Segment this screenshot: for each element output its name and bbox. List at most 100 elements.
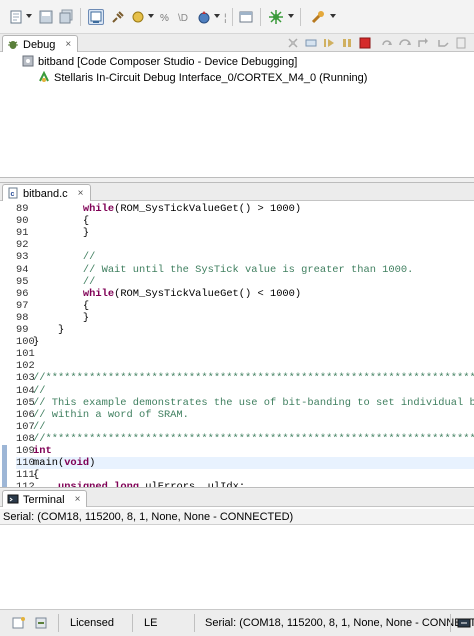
terminal-output[interactable] — [0, 526, 474, 609]
code-text: (ROM_SysTickValueGet() > 1000) — [114, 203, 302, 215]
new-file-icon[interactable] — [8, 9, 24, 25]
code-text: { — [33, 299, 90, 312]
code-line: 105// This example demonstrates the use … — [16, 397, 474, 409]
tree-item-thread-label: Stellaris In-Circuit Debug Interface_0/C… — [54, 72, 368, 84]
debug-bug-icon — [7, 38, 19, 53]
fast-view-icon[interactable] — [12, 616, 26, 633]
line-number: 104 — [16, 384, 35, 397]
open-view-icon[interactable] — [238, 9, 254, 25]
code-keyword: while — [82, 203, 115, 215]
build-dropdown-icon[interactable] — [148, 14, 154, 18]
line-number: 111 — [16, 469, 35, 482]
line-number: 105 — [16, 396, 35, 409]
line-number: 94 — [16, 263, 29, 276]
code-line: 110main(void) — [16, 457, 474, 470]
suspend-icon[interactable] — [340, 36, 354, 53]
code-text: } — [33, 311, 90, 324]
tab-debug[interactable]: Debug × — [2, 35, 79, 53]
code-line: 102 — [16, 360, 474, 372]
svg-text:%: % — [160, 13, 169, 24]
code-text: (ROM_SysTickValueGet() < 1000) — [114, 287, 302, 300]
line-number: 102 — [16, 360, 35, 373]
step-return-icon[interactable] — [416, 36, 430, 53]
line-number: 107 — [16, 420, 35, 433]
toggle-breakpoint-icon[interactable]: % — [158, 9, 174, 25]
code-text: main( — [33, 457, 65, 470]
remove-terminated-icon[interactable] — [286, 36, 300, 53]
code-line: 90 { — [16, 215, 474, 227]
remote-target-icon[interactable] — [457, 616, 471, 633]
code-line: 112 unsigned long ulErrors, ulIdx; — [16, 481, 474, 487]
line-number: 110 — [16, 457, 35, 470]
change-marker — [2, 481, 7, 487]
main-toolbar: % \D ¦ — [0, 0, 474, 34]
code-text: { — [33, 469, 40, 482]
tree-item-thread[interactable]: Stellaris In-Circuit Debug Interface_0/C… — [38, 70, 367, 86]
code-comment: // This example demonstrates the use of … — [33, 396, 474, 409]
line-number: 112 — [16, 481, 35, 487]
change-marker — [2, 445, 7, 458]
code-line: 108//***********************************… — [16, 433, 474, 445]
line-number: 99 — [16, 324, 29, 336]
debug-view-tabbar: Debug × — [0, 34, 474, 52]
code-comment: // — [33, 251, 96, 264]
code-line: 89 while(ROM_SysTickValueGet() > 1000) — [16, 203, 474, 215]
code-line: 96 while(ROM_SysTickValueGet() < 1000) — [16, 288, 474, 300]
code-text-area[interactable]: 89 while(ROM_SysTickValueGet() > 1000) 90… — [0, 201, 474, 487]
external-tools-icon[interactable] — [310, 9, 326, 25]
terminal-view: Terminal × Serial: (COM18, 115200, 8, 1,… — [0, 489, 474, 609]
line-number: 97 — [16, 299, 29, 312]
code-line: 92 — [16, 239, 474, 251]
debug-launch-dropdown-icon[interactable] — [214, 14, 220, 18]
tab-terminal[interactable]: Terminal × — [2, 490, 88, 507]
debug-perspective-icon[interactable] — [88, 9, 104, 25]
debug-launch-icon[interactable] — [196, 9, 212, 25]
step-over-icon[interactable] — [398, 36, 412, 53]
restart-icon[interactable] — [436, 36, 450, 53]
code-line: 111{ — [16, 469, 474, 481]
tab-terminal-close-icon[interactable]: × — [75, 495, 81, 505]
tree-item-launch-label: bitband [Code Composer Studio - Device D… — [38, 56, 298, 68]
reset-icon[interactable] — [454, 36, 468, 53]
code-line: 107// — [16, 421, 474, 433]
tab-debug-close-icon[interactable]: × — [65, 40, 71, 50]
license-status: Licensed — [70, 617, 115, 629]
code-line: 104// — [16, 385, 474, 397]
line-number: 92 — [16, 239, 29, 252]
terminate-icon[interactable] — [358, 36, 372, 53]
code-keyword: void — [64, 457, 90, 470]
code-comment: // — [33, 384, 46, 397]
ccs-debug-icon[interactable] — [268, 9, 284, 25]
resume-icon[interactable] — [322, 36, 336, 53]
code-line: 98 } — [16, 312, 474, 324]
skip-breakpoints-icon[interactable]: \D — [176, 9, 192, 25]
console-icon[interactable]: ¦ — [222, 9, 238, 25]
new-dropdown-icon[interactable] — [26, 14, 32, 18]
build-icon[interactable] — [130, 9, 146, 25]
code-line: 97 { — [16, 300, 474, 312]
ccs-debug-dropdown-icon[interactable] — [288, 14, 294, 18]
save-all-icon[interactable] — [58, 9, 74, 25]
svg-text:\D: \D — [178, 13, 188, 24]
tab-terminal-label: Terminal — [23, 494, 65, 506]
code-line: 93 // — [16, 251, 474, 263]
tree-item-launch[interactable]: bitband [Code Composer Studio - Device D… — [22, 54, 297, 70]
terminal-connection-status: Serial: (COM18, 115200, 8, 1, None, None… — [0, 509, 474, 525]
line-number: 93 — [16, 251, 29, 264]
connect-icon[interactable] — [110, 9, 126, 25]
external-tools-dropdown-icon[interactable] — [330, 14, 336, 18]
c-file-icon: c — [7, 187, 19, 202]
code-line: 95 // — [16, 276, 474, 288]
save-icon[interactable] — [38, 9, 54, 25]
progress-icon[interactable] — [34, 616, 48, 633]
line-number: 108 — [16, 432, 35, 445]
tab-bitband-c-close-icon[interactable]: × — [78, 189, 84, 199]
tab-bitband-c[interactable]: c bitband.c × — [2, 184, 91, 201]
step-into-icon[interactable] — [380, 36, 394, 53]
code-line: 103//***********************************… — [16, 372, 474, 384]
connect-target-icon[interactable] — [304, 36, 318, 53]
thread-running-icon — [38, 70, 50, 86]
code-line: 99 } — [16, 324, 474, 336]
